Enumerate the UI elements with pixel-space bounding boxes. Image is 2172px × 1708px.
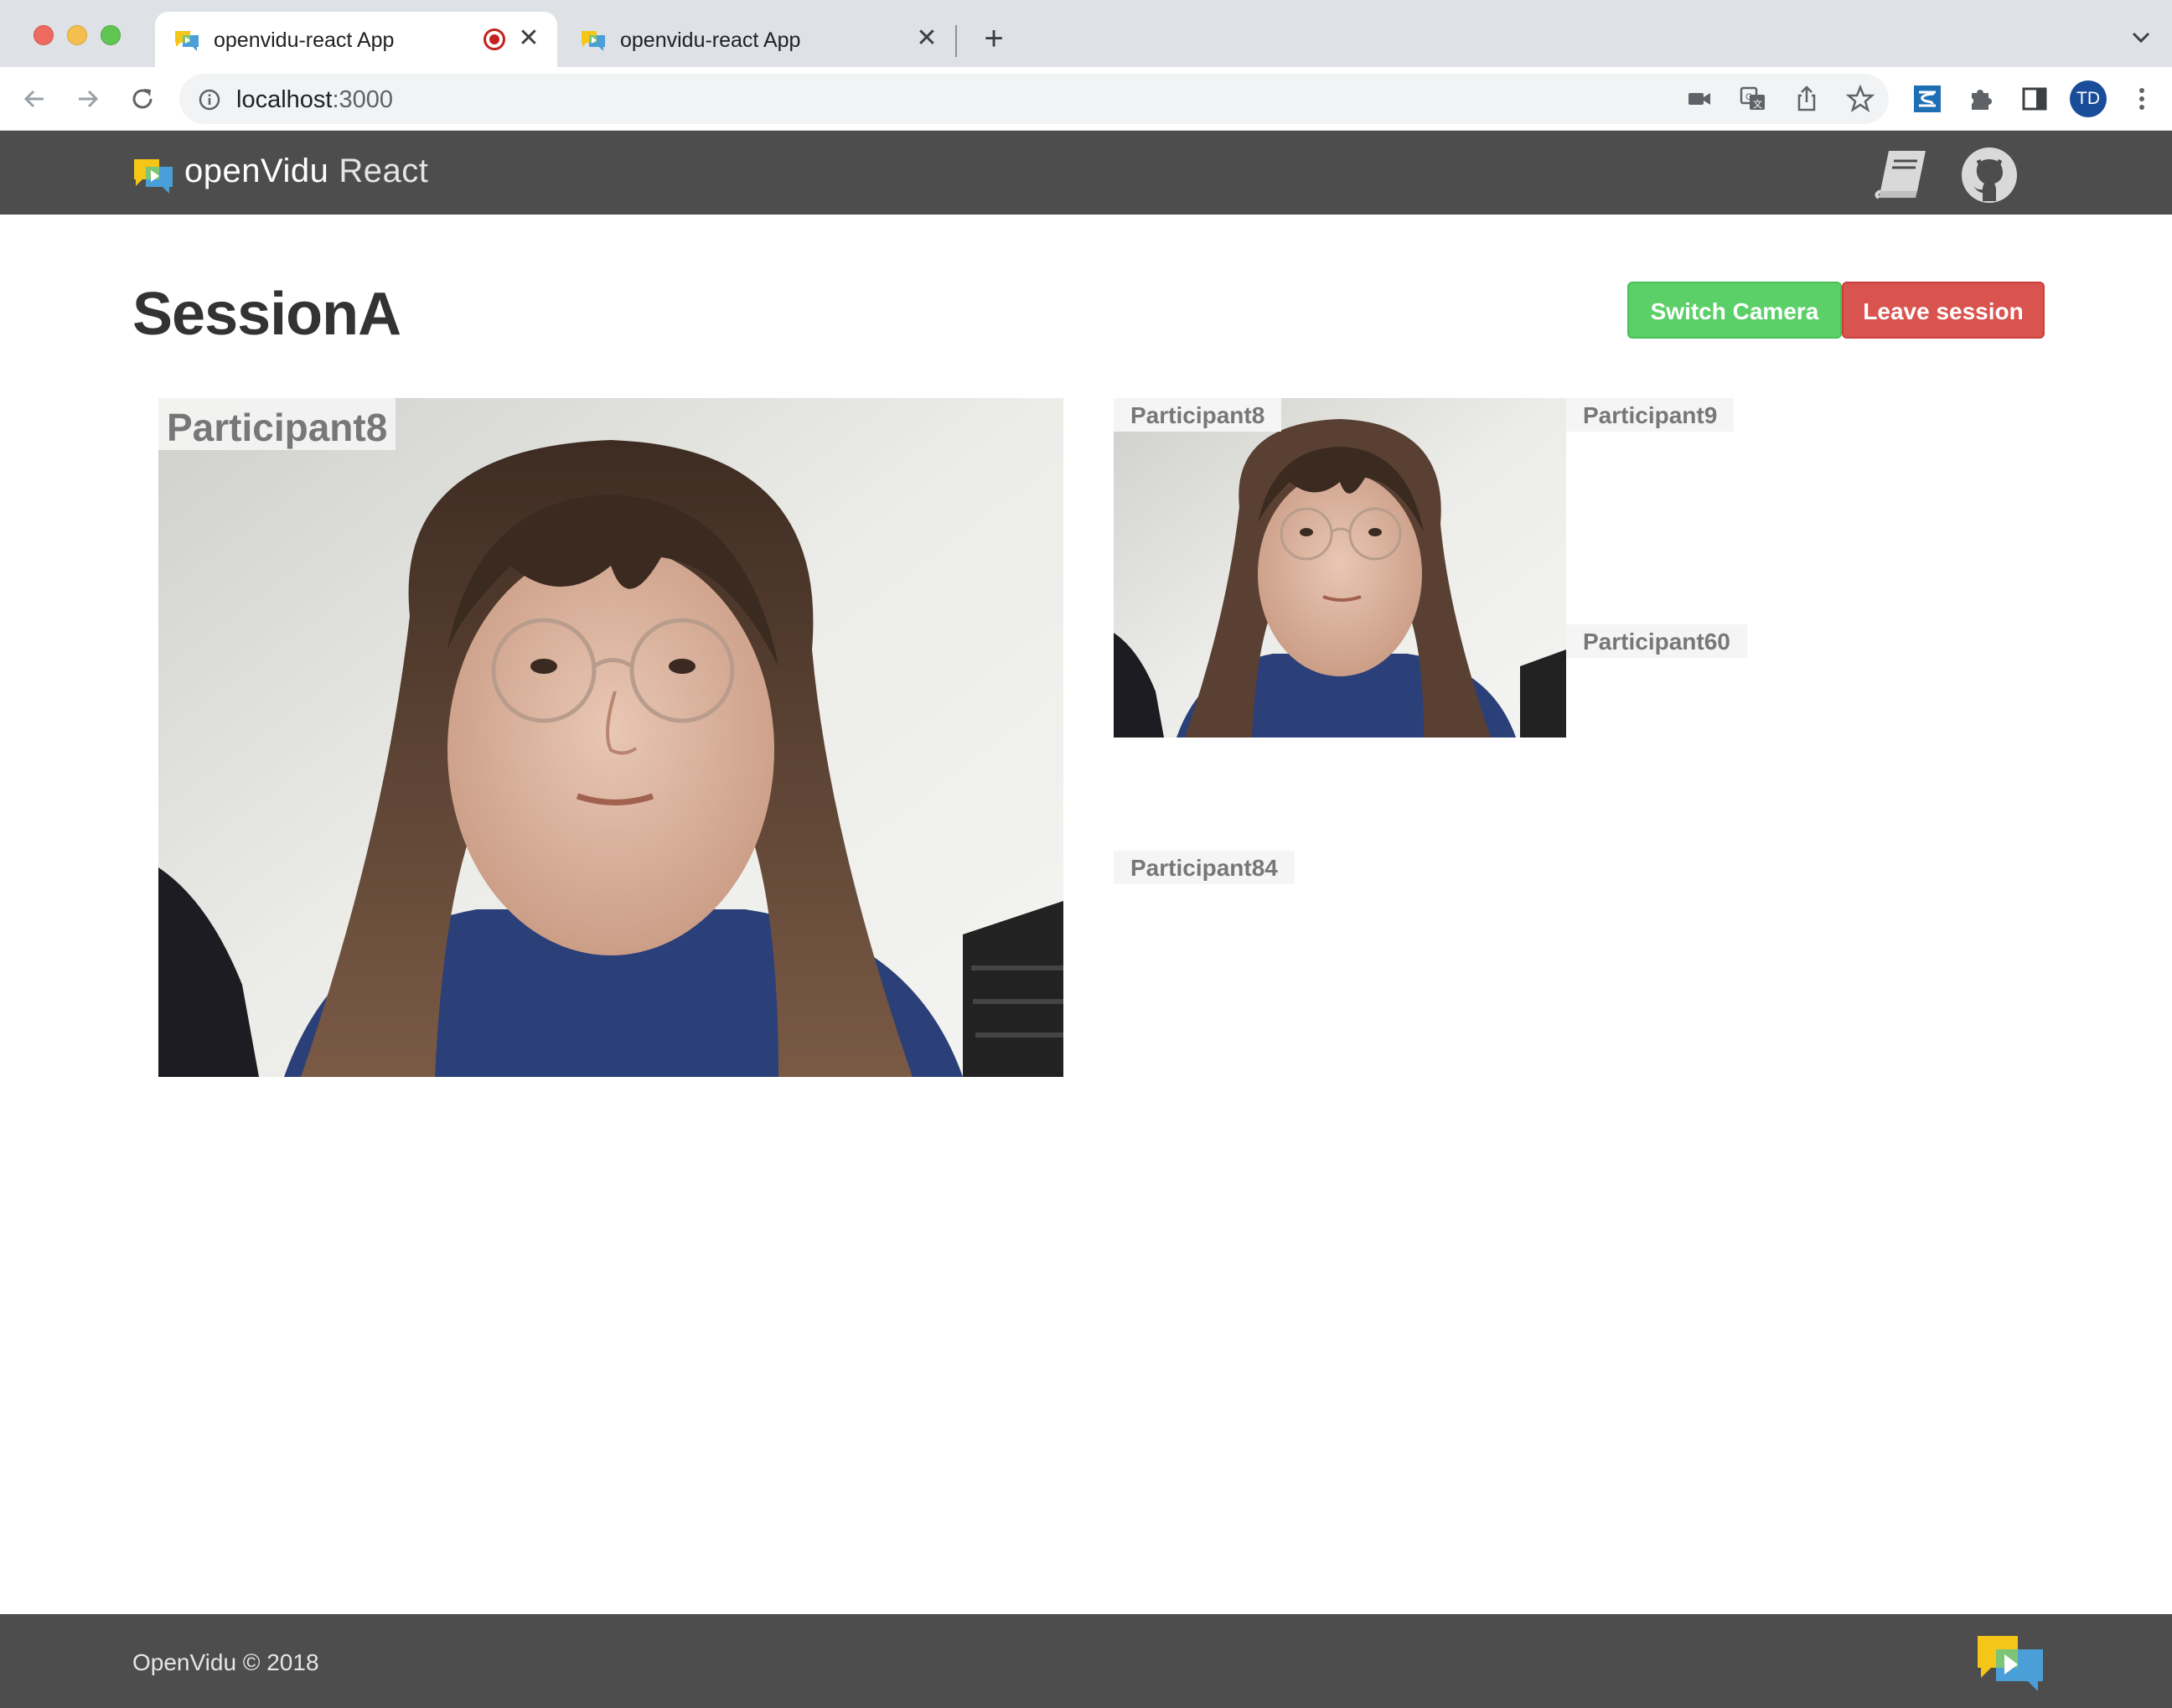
brand-openvidu: openVidu (184, 153, 329, 189)
github-icon[interactable] (1959, 146, 2019, 204)
chevron-down-icon[interactable] (2127, 23, 2155, 52)
participant-video-image (158, 398, 1063, 1077)
share-icon[interactable] (1792, 84, 1822, 114)
window-close-button[interactable] (34, 25, 54, 45)
info-icon[interactable] (198, 88, 221, 111)
session-title: SessionA (132, 281, 401, 348)
stream-name-tag: Participant84 (1114, 851, 1295, 884)
recording-indicator-icon (484, 28, 505, 50)
star-icon[interactable] (1845, 84, 1875, 114)
tab-title: openvidu-react App (214, 28, 395, 52)
window-zoom-button[interactable] (101, 25, 121, 45)
docs-book-icon[interactable] (1870, 146, 1931, 204)
url-text: localhost:3000 (236, 86, 393, 114)
openvidu-favicon-icon (582, 31, 605, 51)
address-bar[interactable]: localhost:3000 (179, 74, 1889, 124)
openvidu-logo-icon[interactable] (132, 156, 174, 194)
extension-s-icon[interactable] (1912, 84, 1942, 114)
svg-text:G: G (1745, 92, 1753, 102)
openvidu-logo-icon[interactable] (1976, 1633, 2045, 1693)
brand-name[interactable]: openVidu React (184, 153, 428, 190)
translate-icon[interactable]: G 文 (1738, 84, 1768, 114)
footer-copyright: OpenVidu © 2018 (132, 1649, 319, 1675)
url-port: :3000 (332, 86, 394, 113)
switch-camera-button[interactable]: Switch Camera (1627, 282, 1842, 339)
tab-divider (955, 25, 957, 57)
main-video-stream[interactable] (158, 398, 1063, 1077)
back-icon[interactable] (18, 82, 52, 116)
menu-dots-icon[interactable] (2127, 84, 2157, 114)
url-host: localhost (236, 86, 333, 113)
stream-name-tag: Participant8 (1114, 398, 1282, 432)
forward-icon[interactable] (70, 82, 104, 116)
sidepanel-icon[interactable] (2019, 84, 2050, 114)
participant-video-image (1114, 398, 1566, 738)
reload-icon[interactable] (126, 82, 159, 116)
tab-close-icon[interactable]: ✕ (515, 25, 542, 52)
leave-session-button[interactable]: Leave session (1842, 282, 2045, 339)
app-navbar: openVidu React (0, 131, 2172, 215)
stream-name-tag: Participant60 (1566, 624, 1747, 658)
new-tab-button[interactable]: + (977, 22, 1011, 55)
browser-toolbar: localhost:3000 G 文 TD (0, 67, 2172, 131)
profile-avatar[interactable]: TD (2070, 80, 2107, 117)
tab-title: openvidu-react App (620, 28, 801, 52)
tab-close-icon[interactable]: ✕ (913, 25, 940, 52)
brand-react: React (339, 153, 429, 189)
browser-tab-2[interactable]: openvidu-react App ✕ (561, 12, 955, 67)
window-minimize-button[interactable] (67, 25, 87, 45)
main-stream-name-tag: Participant8 (158, 398, 396, 450)
browser-tab-1[interactable]: openvidu-react App ✕ (155, 12, 557, 67)
app-footer: OpenVidu © 2018 (0, 1614, 2172, 1708)
svg-text:文: 文 (1753, 98, 1762, 110)
browser-tab-strip: openvidu-react App ✕ openvidu-react App … (0, 0, 2172, 67)
camera-icon[interactable] (1684, 84, 1714, 114)
openvidu-favicon-icon (175, 31, 199, 51)
stream-name-tag: Participant9 (1566, 398, 1735, 432)
stream-container-video[interactable] (1114, 398, 1566, 738)
puzzle-icon[interactable] (1966, 84, 1996, 114)
